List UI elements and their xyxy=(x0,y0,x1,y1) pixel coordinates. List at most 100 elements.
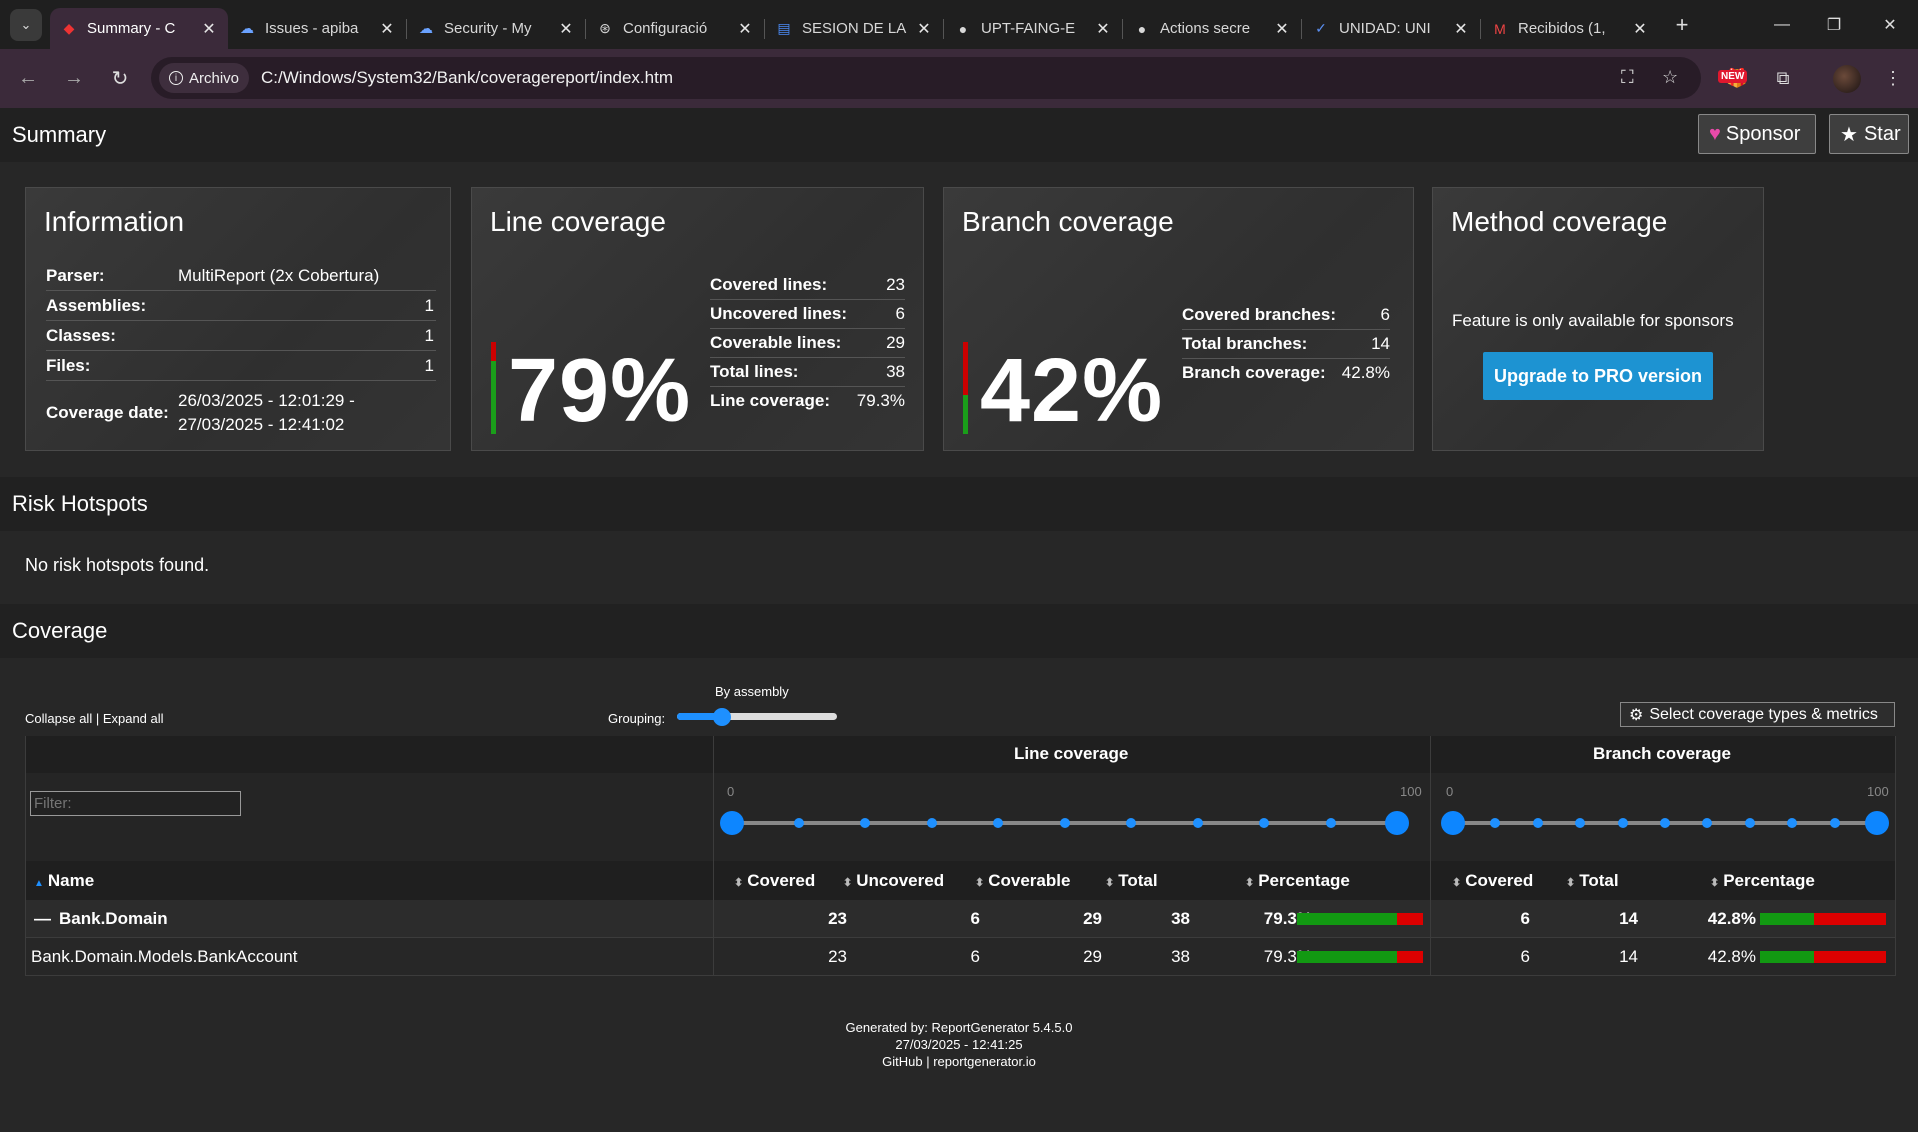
column-header-branch-covered[interactable]: ⬍ Covered xyxy=(1452,871,1533,891)
grouping-slider[interactable] xyxy=(677,706,837,726)
close-tab-icon[interactable]: ✕ xyxy=(1452,19,1470,39)
site-info-chip[interactable]: i Archivo xyxy=(159,63,250,93)
tab-label: Recibidos (1, xyxy=(1518,20,1606,37)
browser-tab-unidad[interactable]: ✓ UNIDAD: UNI ✕ xyxy=(1302,8,1480,49)
close-tab-icon[interactable]: ✕ xyxy=(736,19,754,39)
branch-max-handle[interactable] xyxy=(1865,811,1889,835)
sponsor-button[interactable]: ♥ Sponsor xyxy=(1698,114,1816,154)
line-max-handle[interactable] xyxy=(1385,811,1409,835)
card-title: Line coverage xyxy=(490,206,666,237)
line-coverage-bar xyxy=(491,342,496,434)
azure-devops-icon: ☁ xyxy=(240,20,254,36)
slider-step-dot xyxy=(793,818,804,828)
close-tab-icon[interactable]: ✕ xyxy=(915,19,933,39)
collapse-all-link[interactable]: Collapse all xyxy=(25,711,92,726)
info-row-classes: Classes: 1 xyxy=(46,321,436,351)
browser-toolbar: ← → ↻ i Archivo C:/Windows/System32/Bank… xyxy=(0,49,1918,108)
close-tab-icon[interactable]: ✕ xyxy=(557,19,575,39)
upgrade-pro-button[interactable]: Upgrade to PRO version xyxy=(1483,352,1713,400)
covered-segment xyxy=(1297,913,1397,925)
bookmark-star-icon[interactable]: ☆ xyxy=(1662,67,1678,88)
column-header-percentage[interactable]: ⬍ Percentage xyxy=(1245,871,1350,891)
branch-min-handle[interactable] xyxy=(1441,811,1465,835)
reload-icon[interactable]: ↻ xyxy=(100,59,140,99)
column-header-branch-total[interactable]: ⬍ Total xyxy=(1566,871,1619,891)
expand-all-link[interactable]: Expand all xyxy=(103,711,164,726)
card-title: Information xyxy=(44,206,185,237)
branch-coverage-card: Branch coverage 42% Covered branches: 6 T… xyxy=(943,187,1414,451)
class-name-link[interactable]: Bank.Domain.Models.BankAccount xyxy=(31,947,297,967)
select-coverage-types-button[interactable]: ⚙ Select coverage types & metrics xyxy=(1620,702,1895,727)
risk-hotspots-header: Risk Hotspots xyxy=(0,477,1918,531)
line-metrics-table: Covered lines: 23 Uncovered lines: 6 Cover… xyxy=(710,271,905,415)
risk-hotspots-note: No risk hotspots found. xyxy=(25,555,210,575)
column-header-total[interactable]: ⬍ Total xyxy=(1105,871,1158,891)
browser-tab-issues[interactable]: ☁ Issues - apiba ✕ xyxy=(228,8,406,49)
new-badge: NEW xyxy=(1718,70,1748,83)
collapse-icon[interactable]: — xyxy=(34,909,51,928)
gear-icon: ⚙ xyxy=(1629,706,1644,724)
address-bar-omnibox[interactable]: i Archivo C:/Windows/System32/Bank/cover… xyxy=(151,57,1701,99)
sponsor-only-note: Feature is only available for sponsors xyxy=(1452,311,1734,330)
close-tab-icon[interactable]: ✕ xyxy=(378,19,396,39)
column-header-uncovered[interactable]: ⬍ Uncovered xyxy=(843,871,944,891)
filter-input[interactable] xyxy=(30,791,241,816)
column-header-coverable[interactable]: ⬍ Coverable xyxy=(975,871,1070,891)
page-title: Summary xyxy=(12,122,107,147)
uncovered-segment xyxy=(1396,913,1423,925)
browser-tab-actions-secrets[interactable]: ● Actions secre ✕ xyxy=(1123,8,1301,49)
table-row[interactable]: Bank.Domain.Models.BankAccount 23 6 29 3… xyxy=(25,938,1896,976)
info-row-assemblies: Assemblies: 1 xyxy=(46,291,436,321)
browser-tab-summary[interactable]: ◆ Summary - C ✕ xyxy=(50,8,228,49)
line-coverage-progress-bar xyxy=(1297,913,1423,925)
footer-links[interactable]: GitHub | reportgenerator.io xyxy=(0,1053,1918,1070)
covered-segment xyxy=(1297,951,1397,963)
browser-tab-recibidos[interactable]: M Recibidos (1, ✕ xyxy=(1481,8,1659,49)
close-tab-icon[interactable]: ✕ xyxy=(1273,19,1291,39)
column-header-branch-percentage[interactable]: ⬍ Percentage xyxy=(1710,871,1815,891)
branch-coverage-progress-bar xyxy=(1760,951,1886,963)
info-row-parser: Parser: MultiReport (2x Cobertura) xyxy=(46,261,436,291)
tab-label: Actions secre xyxy=(1160,20,1251,37)
browser-tab-security[interactable]: ☁ Security - My ✕ xyxy=(407,8,585,49)
column-header-covered[interactable]: ⬍ Covered xyxy=(734,871,815,891)
column-header-name[interactable]: ▲ Name xyxy=(34,871,94,891)
forward-icon[interactable]: → xyxy=(54,59,94,99)
tab-label: Configuració xyxy=(623,20,708,37)
browser-tab-sesion[interactable]: ▤ SESION DE LA ✕ xyxy=(765,8,943,49)
branch-coverage-bar xyxy=(963,342,968,434)
table-row[interactable]: — Bank.Domain 23 6 29 38 79.3% 6 14 42.8% xyxy=(25,900,1896,938)
profile-avatar[interactable] xyxy=(1833,65,1861,93)
covered-segment xyxy=(1760,913,1814,925)
branch-metrics-table: Covered branches: 6 Total branches: 14 Bra… xyxy=(1182,301,1390,387)
minimize-icon[interactable]: — xyxy=(1754,0,1810,49)
info-icon: i xyxy=(169,71,183,85)
reportgenerator-icon: ◆ xyxy=(63,20,75,36)
translate-icon[interactable]: ⛶ xyxy=(1621,67,1634,88)
coverage-table: Line coverage Branch coverage 0 100 0 10… xyxy=(25,736,1896,976)
coverage-header: Coverage xyxy=(0,604,1918,658)
browser-menu-icon[interactable]: ⋮ xyxy=(1878,63,1908,93)
close-tab-icon[interactable]: ✕ xyxy=(200,19,218,39)
browser-tab-strip: ⌄ ◆ Summary - C ✕ ☁ Issues - apiba ✕ ☁ S… xyxy=(0,0,1918,49)
gmail-icon: M xyxy=(1494,20,1506,37)
back-icon[interactable]: ← xyxy=(8,59,48,99)
browser-tab-upt-faing[interactable]: ● UPT-FAING-E ✕ xyxy=(944,8,1122,49)
browser-tab-configuracion[interactable]: ⊛ Configuració ✕ xyxy=(586,8,764,49)
card-title: Branch coverage xyxy=(962,206,1174,237)
grouping-label: Grouping: xyxy=(608,711,666,726)
extensions-puzzle-icon[interactable]: ⧉ xyxy=(1768,63,1798,93)
assembly-name[interactable]: — Bank.Domain xyxy=(34,909,168,929)
star-icon: ★ xyxy=(1840,123,1858,146)
star-button[interactable]: ★ Star xyxy=(1829,114,1909,154)
tab-search-chevron-icon[interactable]: ⌄ xyxy=(10,8,42,41)
tab-label: UNIDAD: UNI xyxy=(1339,20,1431,37)
close-tab-icon[interactable]: ✕ xyxy=(1631,19,1649,39)
close-window-icon[interactable]: ✕ xyxy=(1862,0,1918,49)
restore-icon[interactable]: ❐ xyxy=(1806,0,1862,49)
line-min-handle[interactable] xyxy=(720,811,744,835)
new-tab-icon[interactable]: + xyxy=(1667,10,1697,40)
close-tab-icon[interactable]: ✕ xyxy=(1094,19,1112,39)
url-text[interactable]: C:/Windows/System32/Bank/coveragereport/… xyxy=(261,68,673,88)
branch-coverage-percent: 42% xyxy=(980,341,1164,441)
